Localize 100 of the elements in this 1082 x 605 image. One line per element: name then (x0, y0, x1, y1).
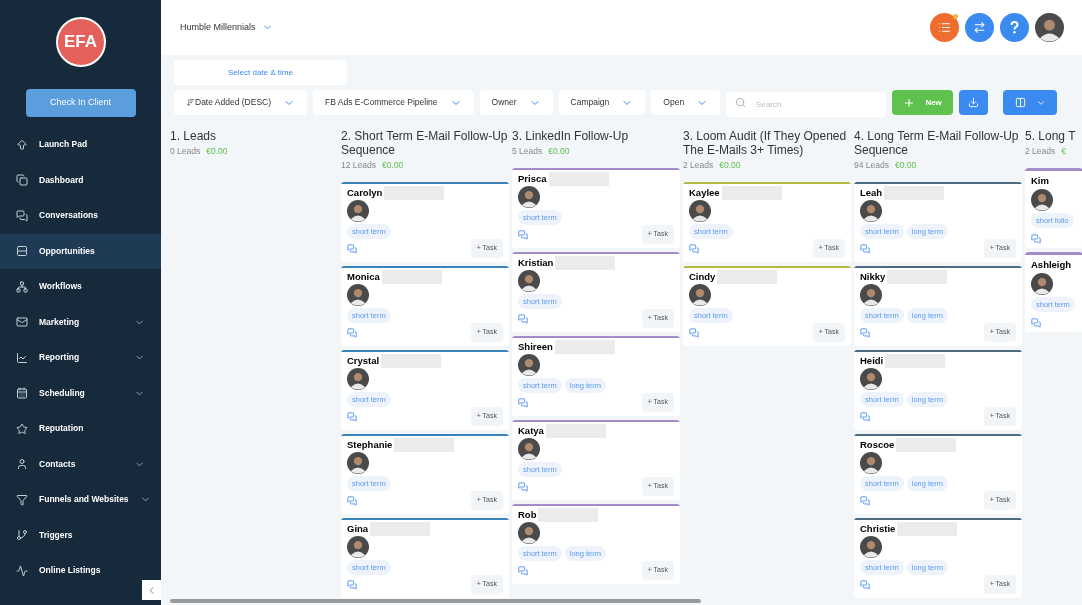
arrow-up-icon (16, 138, 28, 151)
nav-item[interactable]: Reporting (0, 340, 161, 376)
sort-dropdown[interactable]: Date Added (DESC) (174, 90, 308, 115)
lead-count: 2 Leads (1025, 145, 1056, 158)
scrollbar[interactable] (170, 599, 701, 603)
lead-name: Kim (1031, 173, 1049, 188)
search-icon (735, 97, 747, 108)
lead-count: 2 Leads (683, 159, 714, 172)
chat-icon[interactable] (689, 327, 699, 338)
sort-icon (186, 98, 195, 107)
avatar (1031, 272, 1053, 295)
redacted-block (370, 521, 431, 536)
chat-icon[interactable] (518, 313, 528, 324)
nav-item[interactable]: Marketing (0, 304, 161, 340)
column-title: 3. Loom Audit (If They Opened The E-Mails 3+ Times) (683, 129, 848, 157)
chat-icon[interactable] (860, 327, 870, 338)
chat-icon[interactable] (518, 565, 528, 576)
download-icon (968, 97, 980, 108)
chat-icon[interactable] (860, 579, 870, 590)
lead-count: 5 Leads (512, 145, 543, 158)
owner-dropdown[interactable]: Owner (479, 90, 553, 115)
download-button[interactable] (959, 90, 989, 115)
nav-item[interactable]: Launch Pad (0, 127, 161, 163)
chat-icon[interactable] (347, 411, 357, 422)
nav-label: Marketing (39, 315, 81, 329)
avatar (518, 438, 540, 460)
avatar (860, 284, 882, 306)
account-dropdown[interactable]: Humble Millennials (180, 20, 273, 35)
chat-icon[interactable] (860, 495, 870, 506)
chat-icon[interactable] (860, 411, 870, 422)
chat-icon[interactable] (347, 495, 357, 506)
switch-button[interactable] (965, 13, 994, 42)
nav-item[interactable]: Online Listings (0, 553, 161, 589)
chat-icon[interactable] (1031, 317, 1041, 328)
redacted-block (717, 269, 778, 284)
redacted-block (885, 353, 946, 368)
view-button[interactable] (1003, 90, 1058, 115)
lead-name: Gina (347, 521, 369, 536)
redacted-block (381, 269, 442, 284)
tasks-button[interactable] (930, 13, 959, 42)
status-dropdown[interactable]: Open (651, 90, 721, 115)
lead-name: Carolyn (347, 185, 383, 200)
lead-name: Stephanie (347, 437, 393, 452)
network-icon (16, 280, 28, 293)
date-picker[interactable]: Select date & time (174, 60, 347, 85)
user-icon (16, 458, 28, 471)
chat-icon[interactable] (1031, 233, 1041, 244)
lead-name: Katya (518, 423, 544, 438)
nav-item[interactable]: Scheduling (0, 375, 161, 411)
chat-icon[interactable] (518, 229, 528, 240)
lead-name: Prisca (518, 171, 547, 186)
chat-icon[interactable] (689, 243, 699, 254)
help-button[interactable] (1000, 13, 1029, 42)
user-avatar[interactable] (1035, 13, 1064, 42)
pipeline-dropdown[interactable]: FB Ads E-Commerce Pipeline (313, 90, 474, 115)
nav-item[interactable]: Triggers (0, 517, 161, 553)
lead-name: Crystal (347, 353, 380, 368)
rows-icon (16, 245, 28, 258)
chat-icon[interactable] (518, 481, 528, 492)
column-title: 2. Short Term E-Mail Follow-Up Sequence (341, 129, 509, 157)
nav-item[interactable]: Opportunities (0, 233, 161, 269)
logo: EFA (55, 17, 106, 67)
lead-name: Christie (860, 521, 896, 536)
column-value: €0.00 (382, 159, 404, 172)
chat-icon[interactable] (518, 397, 528, 408)
column-title: 4. Long Term E-Mail Follow-Up Sequence (854, 129, 1020, 157)
nav-item[interactable]: Funnels and Websites (0, 482, 161, 518)
nav-item[interactable]: Conversations (0, 198, 161, 234)
nav-label: Online Listings (39, 564, 102, 578)
lead-name: Rob (518, 507, 537, 522)
redacted-block (896, 437, 957, 452)
nav-item[interactable]: Workflows (0, 269, 161, 305)
column-value: €0.00 (895, 159, 917, 172)
nav-item[interactable]: Reputation (0, 411, 161, 447)
nav-label: Scheduling (39, 386, 86, 400)
chat-icon[interactable] (347, 327, 357, 338)
chat-icon[interactable] (347, 243, 357, 254)
chat-icon[interactable] (347, 579, 357, 590)
nav-item[interactable]: Dashboard (0, 162, 161, 198)
redacted-block (545, 423, 606, 438)
collapse-button[interactable] (142, 580, 161, 600)
search-field[interactable]: Search (726, 92, 887, 117)
redacted-block (538, 507, 599, 522)
chat-icon[interactable] (860, 243, 870, 254)
nav-label: Contacts (39, 457, 77, 471)
nav-label: Launch Pad (39, 138, 89, 152)
filter-icon (16, 493, 28, 506)
avatar (347, 284, 369, 306)
lead-name: Kristian (518, 255, 554, 270)
column-value: €0.00 (548, 145, 570, 158)
avatar (1035, 13, 1064, 42)
column-value: €0.00 (206, 145, 228, 158)
avatar (689, 200, 711, 222)
copy-icon (16, 174, 28, 187)
redacted-block (384, 185, 445, 200)
lead-name: Shireen (518, 339, 553, 354)
nav-item[interactable]: Contacts (0, 446, 161, 482)
avatar (860, 452, 882, 474)
column-value: €0.00 (719, 159, 741, 172)
campaign-dropdown[interactable]: Campaign (558, 90, 646, 115)
